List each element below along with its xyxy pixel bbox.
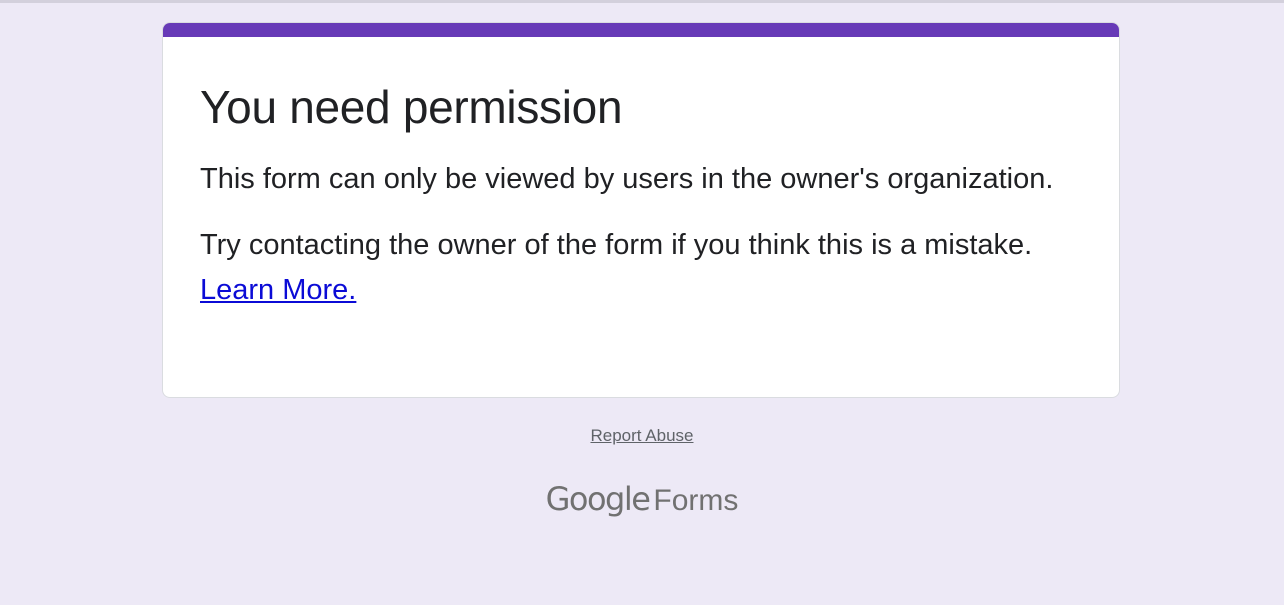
permission-message: This form can only be viewed by users in… [200, 163, 1054, 195]
permission-hint: Try contacting the owner of the form if … [200, 229, 1033, 261]
forms-wordmark: Forms [653, 484, 739, 517]
page-title: You need permission [200, 81, 623, 133]
learn-more-link[interactable]: Learn More. [200, 274, 356, 306]
report-abuse-link[interactable]: Report Abuse [590, 426, 693, 445]
top-divider [0, 0, 1284, 3]
google-forms-logo[interactable]: Google Forms [0, 478, 1284, 527]
report-abuse-container: Report Abuse [0, 425, 1284, 447]
permission-hint-paragraph: Try contacting the owner of the form if … [200, 223, 1080, 313]
card-accent-bar [163, 23, 1119, 37]
google-wordmark: Google [545, 480, 651, 518]
card-content: You need permission This form can only b… [200, 79, 1080, 313]
permission-card: You need permission This form can only b… [162, 22, 1120, 398]
